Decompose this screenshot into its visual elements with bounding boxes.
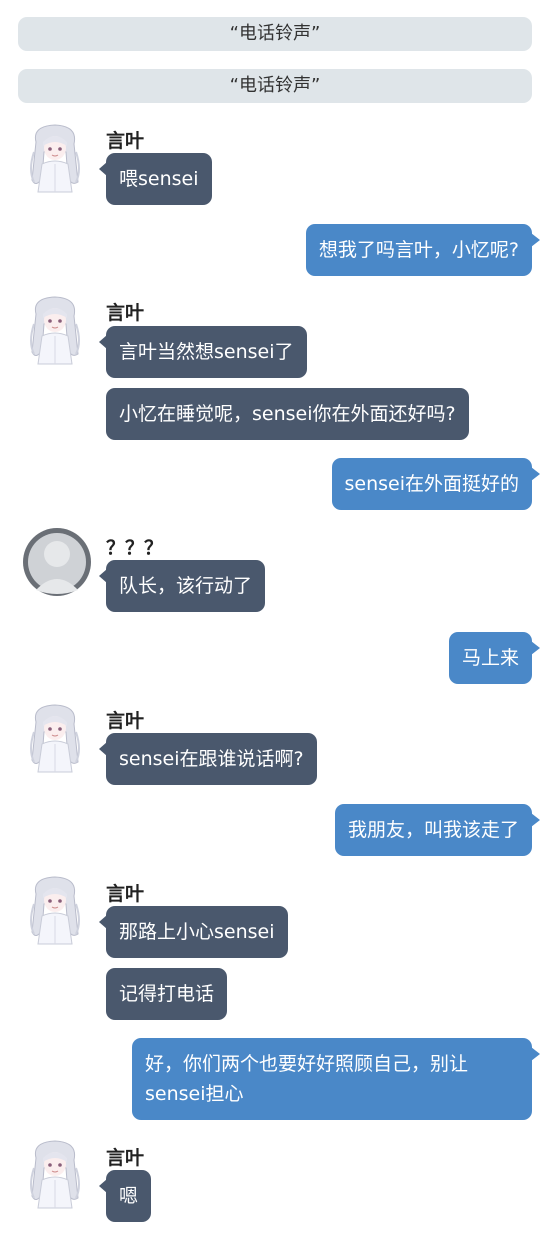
chat-bubble-left: 记得打电话 (106, 968, 228, 1020)
speaker-name: ？？？ (106, 537, 164, 559)
chat-bubble-right: 想我了吗言叶，小忆呢? (305, 224, 541, 276)
chat-bubble-right: 我朋友，叫我该走了 (334, 804, 541, 856)
chat-bubble-right: 马上来 (448, 632, 541, 684)
chat-bubble-left: 小忆在睡觉呢，sensei你在外面还好吗? (106, 388, 469, 440)
kotoha-avatar[interactable] (22, 122, 88, 194)
chat-bubble-right: sensei在外面挺好的 (331, 458, 540, 510)
speaker-name: 言叶 (106, 302, 145, 324)
speaker-name: 言叶 (106, 1147, 145, 1169)
speaker-name: 言叶 (106, 883, 145, 905)
kotoha-avatar[interactable] (22, 702, 88, 774)
chat-bubble-left: 喂sensei (99, 153, 212, 205)
chat-bubble-left: 那路上小心sensei (99, 906, 288, 958)
speaker-name: 言叶 (106, 130, 145, 152)
kotoha-avatar[interactable] (22, 294, 88, 366)
chat-bubble-left: 队长，该行动了 (98, 560, 266, 612)
system-message: “电话铃声” (18, 17, 532, 51)
chat-bubble-left: 言叶当然想sensei了 (99, 326, 307, 378)
kotoha-avatar[interactable] (22, 1138, 88, 1210)
kotoha-avatar[interactable] (22, 874, 88, 946)
chat-bubble-left: 嗯 (98, 1170, 152, 1222)
speaker-name: 言叶 (106, 710, 145, 732)
chat-bubble-right: 好，你们两个也要好好照顾自己，别让sensei担心 (132, 1038, 540, 1120)
unknown-avatar[interactable] (22, 528, 91, 600)
system-message: “电话铃声” (18, 69, 532, 103)
chat-bubble-left: sensei在跟谁说话啊? (99, 733, 317, 785)
